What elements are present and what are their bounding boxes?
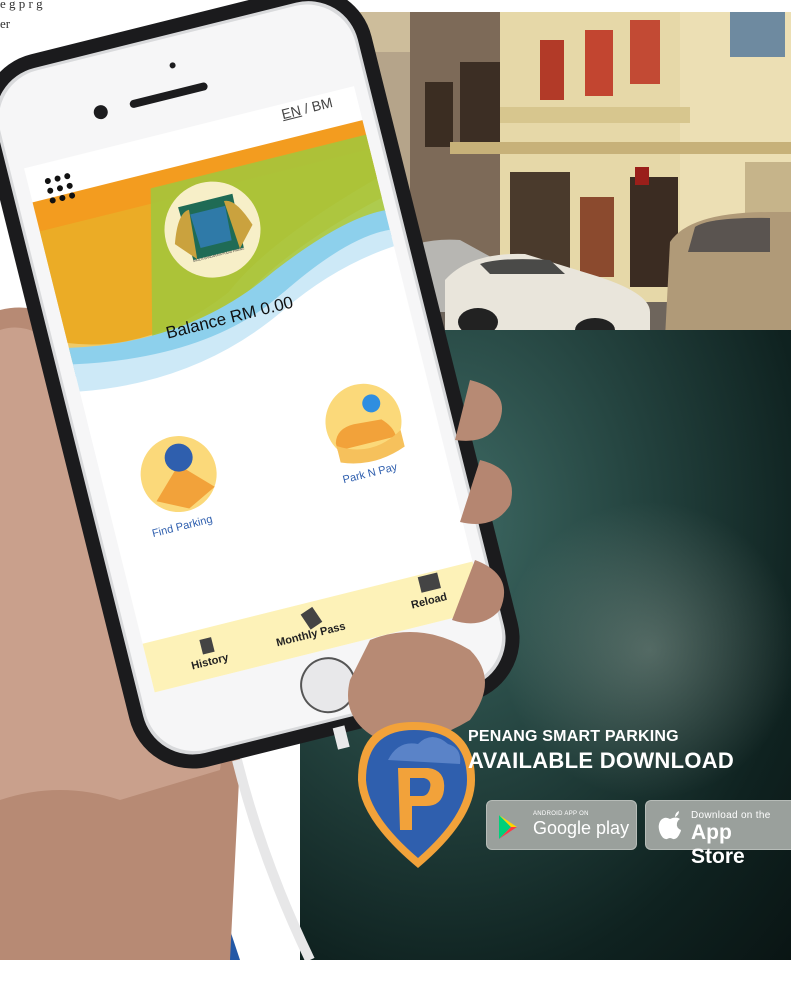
google-play-label: Google play xyxy=(533,818,630,838)
language-en[interactable]: EN xyxy=(280,102,303,122)
nav-history-label: History xyxy=(190,651,230,673)
nav-reload-label: Reload xyxy=(409,590,449,612)
language-bm[interactable]: BM xyxy=(310,94,334,115)
app-store-label: App Store xyxy=(691,821,745,868)
app-screen: EN / BM MAJLIS BANDARAYA PULAU PINANG Ba… xyxy=(0,0,791,1003)
home-button[interactable] xyxy=(295,652,360,717)
brand-block: PENANG SMART PARKING AVAILABLE DOWNLOAD xyxy=(468,728,791,774)
language-separator: / xyxy=(302,100,311,117)
app-store-badge[interactable]: Download on the App Store xyxy=(645,800,791,868)
council-seal: MAJLIS BANDARAYA PULAU PINANG xyxy=(154,171,270,287)
seal-text: MAJLIS BANDARAYA PULAU PINANG xyxy=(192,246,245,264)
google-play-badge[interactable]: ANDROID APP ON Google play xyxy=(486,800,637,850)
park-n-pay-icon xyxy=(315,373,412,470)
apple-icon xyxy=(658,811,681,840)
find-parking-icon xyxy=(130,426,227,523)
app-store-small-text: Download on the xyxy=(691,810,771,821)
nav-monthly-pass[interactable]: Monthly Pass xyxy=(275,620,347,649)
nav-history[interactable]: History xyxy=(190,652,230,673)
google-play-small-text: ANDROID APP ON xyxy=(533,811,589,817)
park-n-pay-button[interactable]: Park N Pay xyxy=(315,373,419,499)
menu-grid-icon[interactable] xyxy=(41,169,80,208)
nav-monthly-pass-label: Monthly Pass xyxy=(275,620,347,650)
brand-subtitle: AVAILABLE DOWNLOAD xyxy=(468,748,735,773)
language-toggle[interactable]: EN / BM xyxy=(280,94,334,122)
balance-label: Balance RM 0.00 xyxy=(163,292,296,343)
google-play-icon xyxy=(499,815,517,839)
brand-title: PENANG SMART PARKING xyxy=(468,728,679,745)
nav-reload[interactable]: Reload xyxy=(410,591,449,612)
find-parking-button[interactable]: Find Parking xyxy=(130,426,234,552)
